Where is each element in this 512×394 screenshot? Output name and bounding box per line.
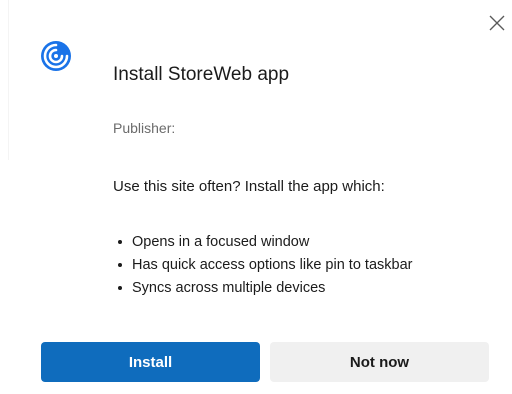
close-icon [489, 15, 505, 31]
feature-list: Opens in a focused window Has quick acce… [118, 231, 412, 300]
bullet-icon [118, 286, 122, 290]
install-description: Use this site often? Install the app whi… [113, 178, 385, 195]
edge-divider [8, 0, 9, 160]
bullet-icon [118, 240, 122, 244]
bullet-icon [118, 263, 122, 267]
publisher-label: Publisher: [113, 120, 176, 136]
feature-item: Has quick access options like pin to tas… [118, 254, 412, 277]
feature-text: Opens in a focused window [132, 234, 310, 250]
storeweb-app-icon [41, 41, 71, 71]
feature-text: Syncs across multiple devices [132, 280, 326, 296]
not-now-button[interactable]: Not now [270, 342, 489, 382]
dialog-title: Install StoreWeb app [113, 64, 290, 85]
feature-item: Syncs across multiple devices [118, 277, 412, 300]
close-button[interactable] [487, 13, 507, 33]
install-app-dialog: Install StoreWeb app Publisher: Use this… [0, 0, 512, 394]
feature-item: Opens in a focused window [118, 231, 412, 254]
feature-text: Has quick access options like pin to tas… [132, 257, 413, 273]
install-button[interactable]: Install [41, 342, 260, 382]
app-icon [40, 40, 72, 72]
